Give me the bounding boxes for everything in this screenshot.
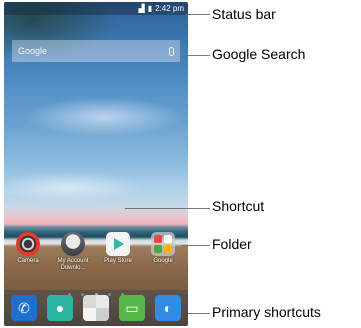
browser-icon: ◐ bbox=[163, 300, 173, 316]
messaging-icon: ▭ bbox=[125, 299, 139, 316]
google-logo: Google bbox=[18, 46, 48, 56]
folder-app-mini-icon bbox=[164, 235, 172, 243]
callout-status-bar: Status bar bbox=[212, 6, 276, 22]
app-shortcut-camera[interactable]: Camera bbox=[9, 232, 47, 265]
dock-messaging[interactable]: ▭ bbox=[119, 295, 145, 321]
callout-line bbox=[181, 55, 210, 56]
dock-contacts[interactable]: ● bbox=[47, 295, 73, 321]
signal-icon: ▟ bbox=[138, 4, 145, 13]
dock-browser[interactable]: ◐ bbox=[155, 295, 181, 321]
callout-line bbox=[181, 245, 210, 246]
folder-app-mini-icon bbox=[164, 245, 172, 253]
app-label: My Account Downlo... bbox=[57, 258, 89, 271]
status-bar[interactable]: ▟ ▮ 2:42 pm bbox=[4, 2, 188, 15]
battery-icon: ▮ bbox=[147, 4, 153, 13]
phone-screen: ▟ ▮ 2:42 pm Google Camera My Account Dow… bbox=[4, 2, 188, 326]
folder-app-mini-icon bbox=[154, 235, 162, 243]
google-search-widget[interactable]: Google bbox=[12, 40, 180, 62]
callout-line bbox=[125, 208, 210, 209]
mic-icon[interactable] bbox=[169, 46, 174, 56]
dock-phone[interactable]: ✆ bbox=[11, 295, 37, 321]
callout-primary-shortcuts: Primary shortcuts bbox=[212, 304, 321, 320]
phone-icon: ✆ bbox=[18, 299, 30, 316]
dock-apps-grid[interactable] bbox=[83, 295, 109, 321]
camera-icon bbox=[16, 232, 40, 256]
folder-google[interactable]: Google bbox=[144, 232, 182, 265]
callout-shortcut: Shortcut bbox=[212, 198, 265, 214]
primary-shortcuts-dock: ✆ ● ▭ ◐ bbox=[4, 290, 188, 326]
account-download-icon bbox=[61, 232, 85, 256]
callout-line bbox=[187, 14, 210, 15]
callout-google-search: Google Search bbox=[212, 46, 306, 62]
app-label: Play Store bbox=[104, 258, 132, 264]
app-label: Camera bbox=[17, 258, 39, 264]
home-shortcuts: Camera My Account Downlo... Play Store G… bbox=[4, 232, 188, 276]
contacts-icon: ● bbox=[55, 300, 65, 316]
play-store-icon bbox=[106, 232, 130, 256]
wallpaper-cloud bbox=[24, 97, 184, 137]
app-shortcut-my-account[interactable]: My Account Downlo... bbox=[54, 232, 92, 272]
app-label: Google bbox=[153, 258, 173, 264]
status-time: 2:42 pm bbox=[155, 4, 184, 13]
callout-folder: Folder bbox=[212, 236, 252, 252]
folder-app-mini-icon bbox=[154, 245, 162, 253]
app-shortcut-play-store[interactable]: Play Store bbox=[99, 232, 137, 265]
apps-grid-icon bbox=[83, 295, 109, 321]
wallpaper-cloud bbox=[4, 172, 144, 202]
folder-icon bbox=[151, 232, 175, 256]
callout-line bbox=[188, 313, 210, 314]
